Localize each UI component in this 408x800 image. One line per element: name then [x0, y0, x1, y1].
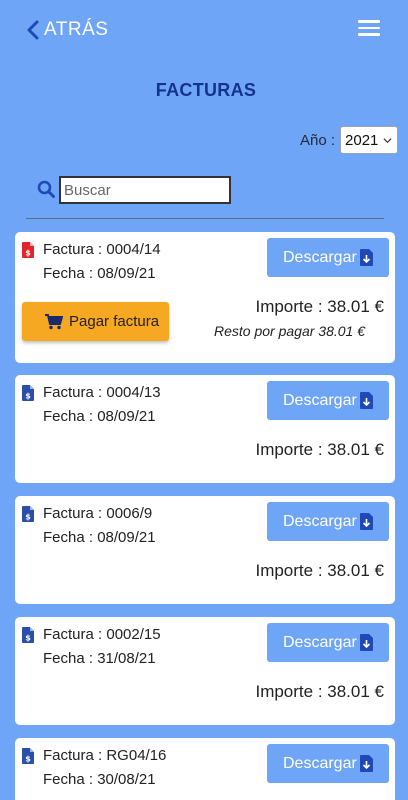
invoice-card: $ Factura : 0002/15 Fecha : 31/08/21 Des…: [15, 617, 395, 725]
year-label: Año :: [300, 131, 336, 149]
download-button[interactable]: Descargar: [267, 381, 389, 420]
invoice-icon: $: [22, 506, 34, 522]
invoice-number: Factura : 0002/15: [43, 626, 161, 643]
invoice-number: Factura : 0004/14: [43, 241, 161, 258]
svg-text:$: $: [25, 513, 31, 522]
chevron-left-icon: [27, 20, 39, 40]
invoice-amount: Importe : 38.01 €: [255, 297, 384, 316]
svg-text:$: $: [25, 392, 31, 401]
invoice-number: Factura : RG04/16: [43, 747, 167, 764]
shopping-cart-icon: [45, 313, 63, 329]
invoice-number: Factura : 0006/9: [43, 505, 153, 522]
file-download-icon: [360, 513, 373, 530]
back-label: ATRÁS: [44, 19, 109, 40]
invoice-card: $ Factura : RG04/16 Fecha : 30/08/21 Des…: [15, 738, 395, 800]
file-download-icon: [360, 755, 373, 772]
download-label: Descargar: [283, 391, 357, 409]
download-button[interactable]: Descargar: [267, 502, 389, 541]
file-download-icon: [360, 392, 373, 409]
invoice-icon: $: [22, 748, 34, 764]
invoice-icon: $: [22, 627, 34, 643]
download-button[interactable]: Descargar: [267, 623, 389, 662]
svg-text:$: $: [25, 249, 31, 258]
svg-text:$: $: [25, 634, 31, 643]
invoice-card: $ Factura : 0004/14 Fecha : 08/09/21 Des…: [15, 232, 395, 363]
remaining-amount: Resto por pagar 38.01 €: [214, 323, 365, 339]
download-button[interactable]: Descargar: [267, 744, 389, 783]
download-label: Descargar: [283, 512, 357, 530]
download-label: Descargar: [283, 633, 357, 651]
year-select[interactable]: 2021: [340, 126, 399, 154]
invoice-date: Fecha : 08/09/21: [43, 529, 156, 546]
invoice-date: Fecha : 30/08/21: [43, 771, 156, 788]
invoice-date: Fecha : 08/09/21: [43, 265, 156, 282]
file-download-icon: [360, 634, 373, 651]
divider: [26, 218, 384, 219]
hamburger-menu-icon[interactable]: [356, 16, 382, 40]
year-value: 2021: [345, 131, 379, 149]
invoice-number: Factura : 0004/13: [43, 384, 161, 401]
invoice-date: Fecha : 31/08/21: [43, 650, 156, 667]
invoice-date: Fecha : 08/09/21: [43, 408, 156, 425]
download-button[interactable]: Descargar: [267, 238, 389, 277]
invoice-amount: Importe : 38.01 €: [255, 682, 384, 701]
invoice-amount: Importe : 38.01 €: [255, 561, 384, 580]
search-icon: [37, 180, 55, 198]
back-button[interactable]: ATRÁS: [26, 18, 108, 42]
search-input[interactable]: [59, 176, 231, 204]
chevron-down-icon: [383, 137, 392, 143]
unpaid-invoice-icon: $: [22, 242, 34, 258]
download-label: Descargar: [283, 248, 357, 266]
top-bar: ATRÁS: [0, 0, 408, 60]
svg-text:$: $: [25, 755, 31, 764]
invoice-amount: Importe : 38.01 €: [255, 440, 384, 459]
invoice-icon: $: [22, 385, 34, 401]
invoice-card: $ Factura : 0006/9 Fecha : 08/09/21 Desc…: [15, 496, 395, 604]
pay-invoice-button[interactable]: Pagar factura: [22, 302, 169, 341]
page-title: FACTURAS: [155, 80, 257, 100]
pay-invoice-label: Pagar factura: [69, 313, 160, 330]
file-download-icon: [360, 249, 373, 266]
download-label: Descargar: [283, 754, 357, 772]
invoice-card: $ Factura : 0004/13 Fecha : 08/09/21 Des…: [15, 375, 395, 483]
year-filter: Año : 2021: [300, 126, 399, 154]
